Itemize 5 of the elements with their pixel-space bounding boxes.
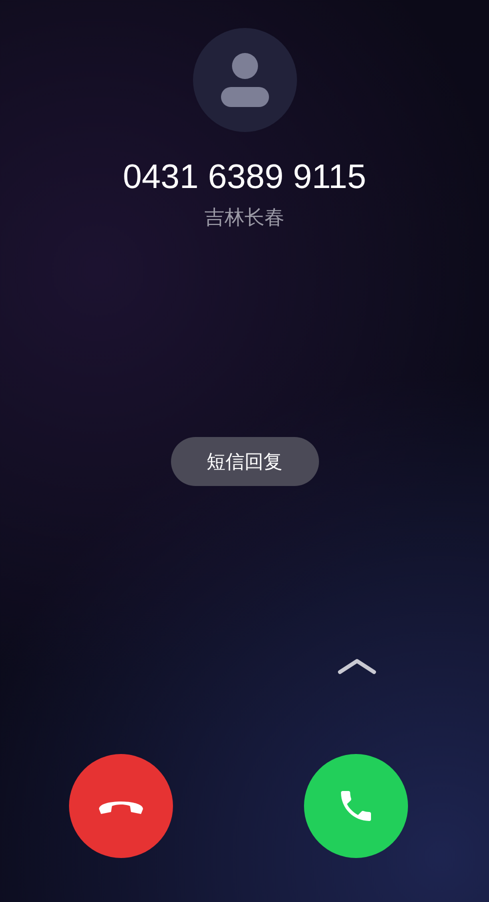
caller-location: 吉林长春 — [204, 204, 284, 230]
sms-reply-button[interactable]: 短信回复 — [170, 437, 318, 486]
caller-number: 0431 6389 9115 — [122, 157, 366, 198]
person-icon — [218, 53, 270, 107]
chevron-up-icon[interactable] — [337, 657, 377, 675]
